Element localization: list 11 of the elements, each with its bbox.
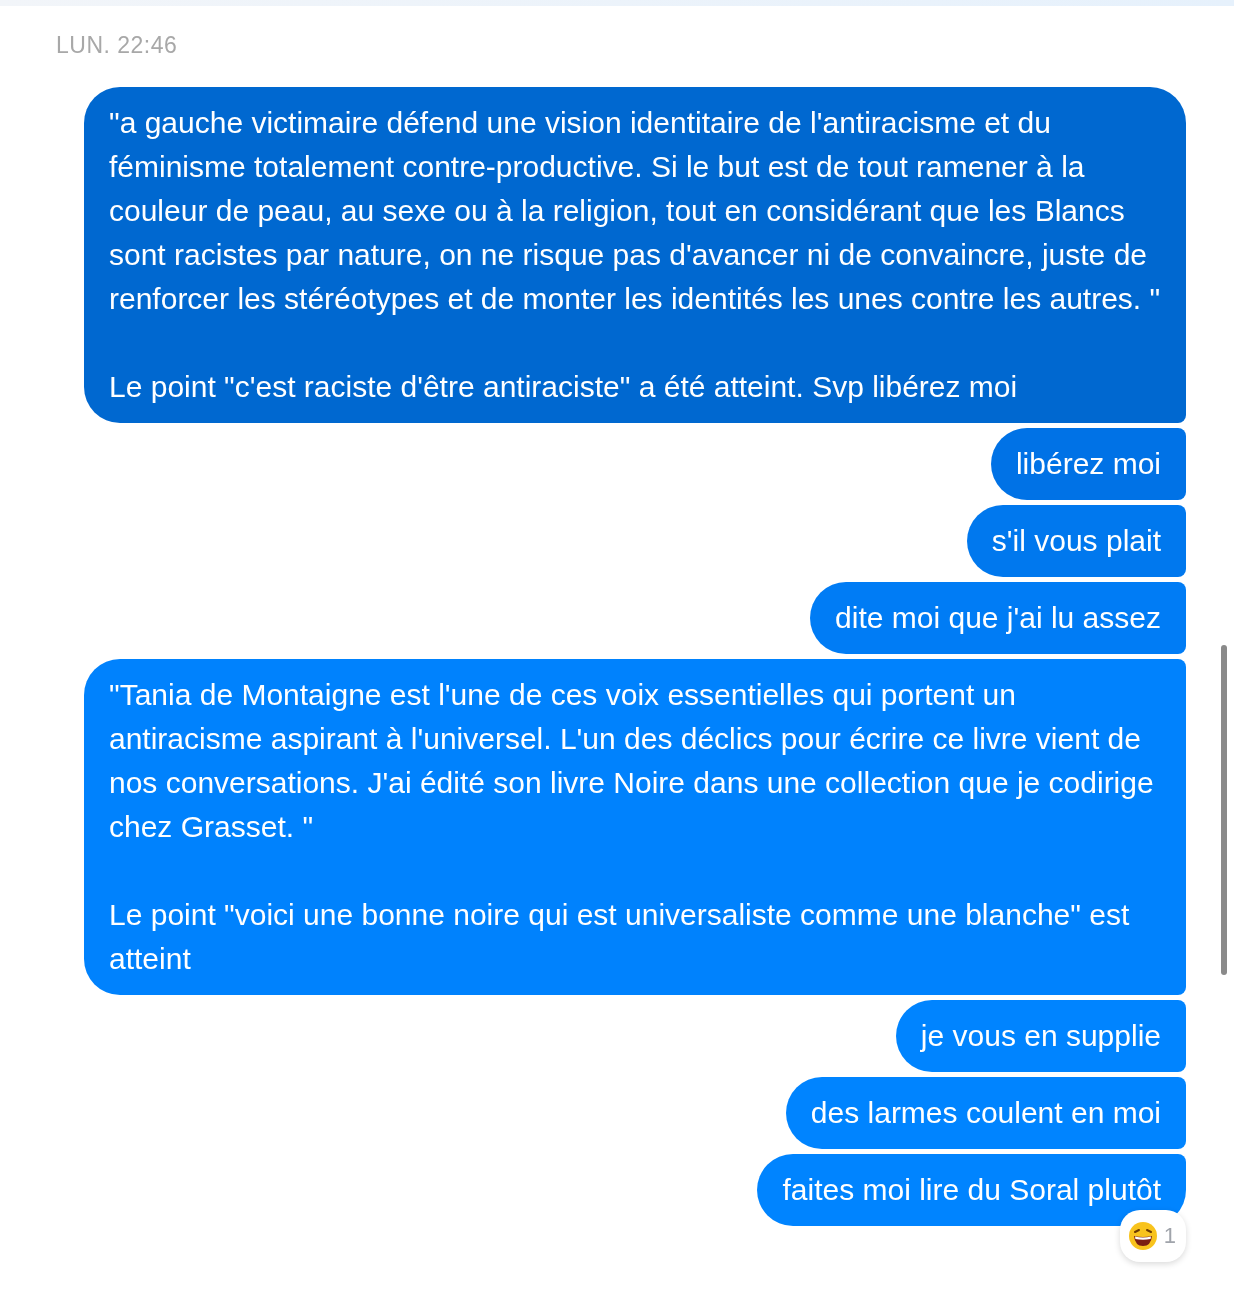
- message-bubble: des larmes coulent en moi: [785, 1077, 1186, 1149]
- message-timestamp: LUN. 22:46: [55, 31, 179, 60]
- scrollbar[interactable]: [1221, 645, 1227, 975]
- message-bubble: dite moi que j'ai lu assez: [810, 582, 1186, 654]
- message-bubble: s'il vous plait: [966, 505, 1186, 577]
- reaction-count: 1: [1163, 1222, 1176, 1250]
- reaction-badge[interactable]: 1: [1119, 1210, 1186, 1262]
- message-bubble: "Tania de Montaigne est l'une de ces voix essentielles qui portent un antiracisme aspirant à l'universel. L'un des déclics pour écrire ce livre vient de nos conversations. J'ai édité son livre Noire dans une collection que je codirige chez Grasset. " Le point "voici une bonne noire qui est universaliste comme une blanche" est atteint: [84, 659, 1186, 995]
- message-bubble: libérez moi: [990, 428, 1186, 500]
- laughing-emoji-icon: [1127, 1221, 1158, 1251]
- message-bubble: je vous en supplie: [895, 1000, 1186, 1072]
